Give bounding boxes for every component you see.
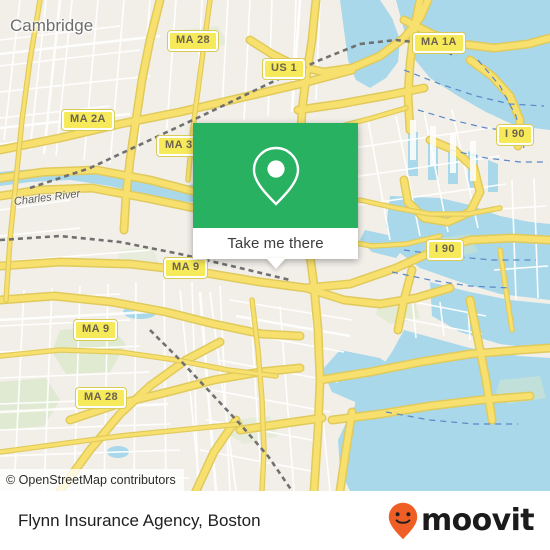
route-shield: US 1 <box>263 59 306 79</box>
route-shield: I 90 <box>497 125 533 145</box>
route-shield: MA 2A <box>62 110 114 130</box>
moovit-location-card-screenshot: .w{fill:#a8d8ea} .land{fill:#f2efe9} .pa… <box>0 0 550 550</box>
moovit-logo[interactable]: moovit <box>388 502 535 540</box>
take-me-there-label: Take me there <box>227 235 324 252</box>
osm-attribution[interactable]: © OpenStreetMap contributors <box>0 469 184 491</box>
footer-bar: Flynn Insurance Agency, Boston moovit <box>0 491 550 550</box>
location-callout-card[interactable]: Take me there <box>193 123 358 259</box>
route-shield: MA 28 <box>168 31 218 51</box>
moovit-smiley-pin-icon <box>388 502 418 539</box>
callout-pointer-tail <box>266 258 286 269</box>
map-label-cambridge: Cambridge <box>10 16 94 35</box>
footer-place-title: Flynn Insurance Agency, Boston <box>18 510 261 530</box>
route-shield: MA 9 <box>74 320 118 340</box>
route-shield: MA 1A <box>413 33 465 53</box>
moovit-wordmark: moovit <box>420 502 535 538</box>
callout-header <box>193 123 358 228</box>
route-shield: I 90 <box>427 240 463 260</box>
callout-action[interactable]: Take me there <box>193 228 358 259</box>
route-shield: MA 9 <box>164 258 208 278</box>
route-shield: MA 28 <box>76 388 126 408</box>
map-pin-icon <box>252 146 299 206</box>
